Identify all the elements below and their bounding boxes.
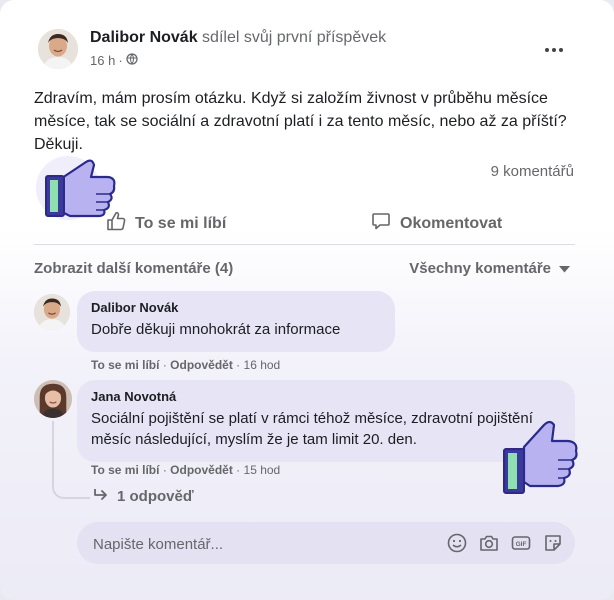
globe-icon[interactable] (126, 53, 138, 68)
like-button[interactable]: To se mi líbí (106, 211, 226, 236)
thumbs-up-icon (502, 413, 582, 500)
author-action: sdílel svůj první příspěvek (202, 29, 387, 46)
comment-filter-dropdown[interactable]: Všechny komentáře (409, 260, 570, 277)
commenter-avatar[interactable] (34, 380, 72, 418)
camera-icon[interactable] (478, 532, 500, 554)
comment-time[interactable]: 16 hod (244, 358, 281, 372)
post-header: Dalibor Novák sdílel svůj první příspěve… (90, 29, 386, 47)
comment-author[interactable]: Dalibor Novák (91, 300, 381, 315)
divider (34, 244, 575, 245)
comment-reply-link[interactable]: Odpovědět (170, 463, 233, 477)
comment-actions: To se mi líbí · Odpovědět · 15 hod (91, 463, 280, 477)
caret-down-icon (559, 260, 570, 277)
comment-like-link[interactable]: To se mi líbí (91, 463, 159, 477)
separator: · (162, 463, 167, 477)
post-card: Dalibor Novák sdílel svůj první příspěve… (0, 0, 614, 600)
comment-like-link[interactable]: To se mi líbí (91, 358, 159, 372)
comment-filter-label: Všechny komentáře (409, 260, 551, 277)
like-label: To se mi líbí (135, 214, 227, 232)
comment-icon (371, 211, 391, 236)
comment-label: Okomentovat (400, 214, 503, 232)
meta-separator: · (118, 53, 123, 68)
replies-label: 1 odpověď (117, 488, 194, 505)
commenter-avatar[interactable] (34, 294, 70, 330)
comment-bubble: Dalibor Novák Dobře děkuji mnohokrát za … (77, 291, 395, 352)
comment-author[interactable]: Jana Novotná (91, 389, 561, 404)
post-meta: 16 h · (90, 53, 138, 68)
author-name[interactable]: Dalibor Novák (90, 29, 198, 46)
reply-arrow-icon (93, 488, 109, 505)
post-text: Zdravím, mám prosím otázku. Když si zalo… (34, 90, 567, 153)
gif-icon[interactable]: GIF (510, 532, 532, 554)
comment-reply-link[interactable]: Odpovědět (170, 358, 233, 372)
action-bar: To se mi líbí Okomentovat (34, 207, 575, 237)
view-more-comments[interactable]: Zobrazit další komentáře (4) (34, 260, 233, 277)
more-options-icon[interactable] (540, 40, 568, 60)
comment-button[interactable]: Okomentovat (371, 211, 502, 236)
svg-text:GIF: GIF (516, 541, 527, 548)
separator: · (162, 358, 167, 372)
comment-count[interactable]: 9 komentářů (491, 163, 574, 180)
comment-input[interactable] (91, 522, 425, 566)
separator: · (236, 463, 241, 477)
author-avatar[interactable] (38, 29, 78, 69)
comment-text: Sociální pojištění se platí v rámci tého… (91, 410, 533, 448)
comment-bubble: Jana Novotná Sociální pojištění se platí… (77, 380, 575, 462)
sticker-icon[interactable] (542, 532, 564, 554)
comment-actions: To se mi líbí · Odpovědět · 16 hod (91, 358, 280, 372)
thumbs-up-icon (106, 211, 126, 236)
separator: · (236, 358, 241, 372)
post-time[interactable]: 16 h (90, 53, 115, 68)
emoji-icon[interactable] (446, 532, 468, 554)
view-replies[interactable]: 1 odpověď (93, 488, 194, 505)
comment-text: Dobře děkuji mnohokrát za informace (91, 321, 341, 338)
comment-box: GIF (77, 522, 575, 566)
comment-time[interactable]: 15 hod (244, 463, 281, 477)
